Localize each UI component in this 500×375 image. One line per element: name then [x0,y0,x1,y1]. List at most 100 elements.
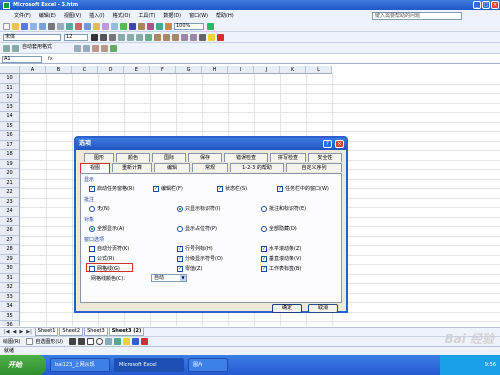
oval-icon[interactable] [95,338,103,345]
line-color-icon[interactable] [131,338,139,345]
format-icon[interactable] [101,44,108,52]
drawing-icon[interactable] [165,22,172,30]
menu-insert[interactable]: 插入(I) [89,12,104,19]
cut-icon[interactable] [75,22,82,30]
sort-descending-icon[interactable] [147,22,154,30]
format-icon[interactable] [92,44,99,52]
bold-icon[interactable] [91,33,98,41]
undo-icon[interactable] [102,22,109,30]
borders-icon[interactable] [199,33,206,41]
column-header[interactable]: I [228,66,254,74]
option-sheet-tabs[interactable]: ✓ 工作表标签(B) [261,265,301,272]
column-header[interactable]: B [46,66,72,74]
autoshapes-menu[interactable]: 自选图形(U) [35,338,63,345]
tab-sheet1[interactable]: Sheet1 [34,328,59,336]
column-header[interactable]: D [98,66,124,74]
menu-help[interactable]: 帮助(H) [216,12,234,19]
row-header[interactable]: 26 [0,226,20,236]
print-icon[interactable] [48,22,55,30]
percent-icon[interactable] [163,33,170,41]
row-header[interactable]: 19 [0,159,20,169]
underline-icon[interactable] [109,33,116,41]
menu-view[interactable]: 视图(V) [64,12,81,19]
sort-ascending-icon[interactable] [138,22,145,30]
option-objects-hide-all[interactable]: 全部隐藏(D) [261,225,297,232]
dialog-close-button[interactable]: × [335,140,344,148]
tab-spelling[interactable]: 拼写检查 [270,153,306,162]
format-icon[interactable] [83,44,90,52]
align-right-icon[interactable] [136,33,143,41]
font-color-icon[interactable] [140,338,148,345]
name-box[interactable]: A1 [2,56,42,63]
redo-icon[interactable] [111,22,118,30]
spelling-icon[interactable] [66,22,73,30]
rectangle-icon[interactable] [86,338,94,345]
option-gridlines[interactable]: 网格线(G) [89,265,120,272]
option-formula-bar[interactable]: ✓ 编辑栏(F) [153,185,183,192]
option-zero-values[interactable]: ✓ 零值(Z) [177,265,202,272]
chart-wizard-icon[interactable] [156,22,163,30]
fx-icon[interactable]: fx [48,56,53,62]
row-header[interactable]: 20 [0,169,20,179]
font-size-select[interactable]: 12 [64,33,88,41]
currency-icon[interactable] [154,33,161,41]
row-header[interactable]: 14 [0,112,20,122]
tab-sheet2[interactable]: Sheet2 [59,328,84,336]
option-startup-task-pane[interactable]: ✓ 启动任务窗格(R) [89,185,134,192]
column-header[interactable]: C [72,66,98,74]
row-header[interactable]: 15 [0,121,20,131]
tab-sheet3[interactable]: Sheet3 [84,328,108,336]
gridline-color-select[interactable]: 自动 ▼ [151,274,187,282]
tab-edit[interactable]: 编辑 [154,163,190,172]
row-header[interactable]: 17 [0,140,20,150]
select-objects-icon[interactable] [26,338,34,345]
line-icon[interactable] [68,338,76,345]
tab-error-checking[interactable]: 错误检查 [224,153,268,162]
tab-nav-last-icon[interactable]: ▶| [26,329,32,335]
menu-file[interactable]: 文件(F) [14,12,31,19]
row-header[interactable]: 24 [0,207,20,217]
row-header[interactable]: 31 [0,273,20,283]
row-header[interactable]: 33 [0,292,20,302]
row-header[interactable]: 10 [0,74,20,84]
menu-edit[interactable]: 编辑(E) [39,12,56,19]
align-left-icon[interactable] [118,33,125,41]
select-all-corner[interactable] [0,66,20,74]
maximize-button[interactable]: □ [482,1,490,9]
row-header[interactable]: 36 [0,321,20,326]
textbox-icon[interactable] [104,338,112,345]
row-header[interactable]: 13 [0,102,20,112]
column-header[interactable]: A [20,66,46,74]
tab-calculation[interactable]: 重新计算 [112,163,152,172]
chart-icon[interactable] [3,44,10,52]
column-header[interactable]: H [202,66,228,74]
new-icon[interactable] [3,22,10,30]
minimize-button[interactable]: _ [473,1,481,9]
option-comments-none[interactable]: 无(N) [89,205,110,212]
arrow-icon[interactable] [77,338,85,345]
ok-button[interactable]: 确定 [272,304,302,313]
tab-sheet3-copy[interactable]: Sheet3 (2) [108,328,145,336]
paste-icon[interactable] [93,22,100,30]
cancel-button[interactable]: 取消 [308,304,338,313]
increase-indent-icon[interactable] [190,33,197,41]
taskbar-item-browser[interactable]: bai123_上网从现 [50,358,110,372]
draw-menu[interactable]: 绘图(R) [3,338,20,345]
row-header[interactable]: 22 [0,188,20,198]
help-search-input[interactable]: 键入需要帮助的问题 [372,12,462,20]
row-header[interactable]: 18 [0,150,20,160]
option-comments-indicator[interactable]: 只显示标识符(I) [177,205,220,212]
row-header[interactable]: 34 [0,302,20,312]
comma-style-icon[interactable] [172,33,179,41]
row-header[interactable]: 30 [0,264,20,274]
option-status-bar[interactable]: ✓ 状态栏(S) [217,185,247,192]
hyperlink-icon[interactable] [120,22,127,30]
start-button[interactable]: 开始 [0,355,46,375]
column-header[interactable]: F [150,66,176,74]
option-page-breaks[interactable]: 自动分页符(K) [89,245,129,252]
format-icon[interactable] [110,44,117,52]
font-select[interactable]: 宋体 [3,33,61,41]
option-vertical-scrollbar[interactable]: ✓ 垂直滚动条(V) [261,255,301,262]
tab-nav-first-icon[interactable]: |◀ [4,329,10,335]
format-icon[interactable] [74,44,81,52]
